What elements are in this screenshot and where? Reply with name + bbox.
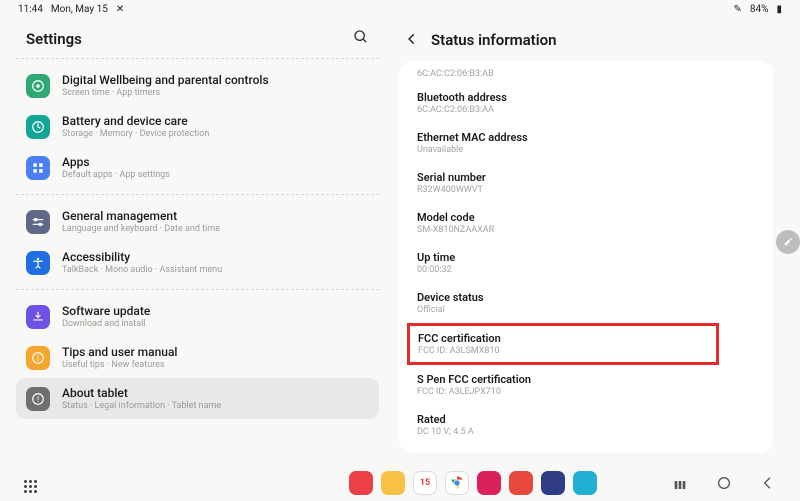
settings-item-sub: TalkBack · Mono audio · Assistant menu: [62, 265, 222, 275]
update-icon: [26, 305, 50, 329]
info-s-pen-fcc-certification[interactable]: S Pen FCC certificationFCC ID: A3LEJPX71…: [413, 365, 759, 405]
info-rated[interactable]: RatedDC 10 V; 4.5 A: [413, 405, 759, 445]
search-icon[interactable]: [353, 29, 369, 48]
info-key: Device status: [417, 291, 755, 304]
info-value: Unavailable: [417, 145, 755, 155]
settings-panel: Settings Digital Wellbeing and parental …: [10, 17, 385, 457]
info-key: S Pen FCC certification: [417, 373, 755, 386]
settings-item-sub: Storage · Memory · Device protection: [62, 129, 209, 139]
general-icon: [26, 210, 50, 234]
settings-item-title: General management: [62, 209, 220, 223]
info-key: Up time: [417, 251, 755, 264]
info-value: 00:00:32: [417, 265, 755, 275]
info-key: Rated: [417, 413, 755, 426]
app-8-icon[interactable]: [573, 471, 597, 495]
apps-icon: [26, 156, 50, 180]
info-model-code[interactable]: Model codeSM-X810NZAAXAR: [413, 203, 759, 243]
settings-item-sub: Useful tips · New features: [62, 360, 177, 370]
app-1-icon[interactable]: [349, 471, 373, 495]
back-icon[interactable]: [405, 32, 419, 49]
settings-item-title: Digital Wellbeing and parental controls: [62, 73, 269, 87]
edit-fab[interactable]: [776, 230, 800, 254]
settings-item-sub: Default apps · App settings: [62, 170, 170, 180]
settings-item-title: About tablet: [62, 386, 221, 400]
settings-item-title: Accessibility: [62, 250, 222, 264]
app-5-icon[interactable]: [477, 471, 501, 495]
nav-back[interactable]: [760, 475, 776, 491]
settings-item-battery[interactable]: Battery and device care Storage · Memory…: [16, 106, 379, 147]
status-card: 6C:AC:C2:06:B3:AB Bluetooth address6C:AC…: [399, 61, 773, 453]
app-calendar-icon[interactable]: 15: [413, 471, 437, 495]
settings-item-title: Apps: [62, 155, 170, 169]
info-value: SM-X810NZAAXAR: [417, 225, 755, 235]
info-serial-number[interactable]: Serial numberR32W400WWVT: [413, 163, 759, 203]
info-value: 6C:AC:C2:06:B3:AA: [417, 105, 755, 115]
clock: 11:44: [18, 4, 43, 15]
svg-text:!: !: [37, 393, 39, 403]
settings-item-title: Tips and user manual: [62, 345, 177, 359]
settings-item-sub: Screen time · App timers: [62, 88, 269, 98]
info-value: FCC ID: A3LSMX810: [418, 346, 708, 356]
app-chrome-icon[interactable]: [445, 471, 469, 495]
nav-home[interactable]: [716, 475, 732, 491]
stylus-icon: ✎: [734, 4, 742, 15]
settings-item-sub: Status · Legal information · Tablet name: [62, 401, 221, 411]
nav-recents[interactable]: [672, 475, 688, 491]
info-key: Model code: [417, 211, 755, 224]
info-key: Ethernet MAC address: [417, 131, 755, 144]
settings-item-general[interactable]: General management Language and keyboard…: [16, 201, 379, 242]
info-bluetooth-address[interactable]: Bluetooth address6C:AC:C2:06:B3:AA: [413, 83, 759, 123]
date: Mon, May 15: [51, 4, 108, 15]
info-device-status[interactable]: Device statusOfficial: [413, 283, 759, 323]
info-up-time[interactable]: Up time00:00:32: [413, 243, 759, 283]
taskbar: 15: [0, 465, 800, 501]
settings-title: Settings: [26, 30, 82, 48]
app-files-icon[interactable]: [381, 471, 405, 495]
tips-icon: i: [26, 346, 50, 370]
settings-item-tips[interactable]: i Tips and user manual Useful tips · New…: [16, 337, 379, 378]
settings-item-update[interactable]: Software update Download and install: [16, 296, 379, 337]
about-icon: !: [26, 387, 50, 411]
prev-value-partial: 6C:AC:C2:06:B3:AB: [413, 63, 759, 83]
battery-icon: ▮: [776, 4, 782, 15]
settings-item-apps[interactable]: Apps Default apps · App settings: [16, 147, 379, 188]
info-ethernet-mac-address[interactable]: Ethernet MAC addressUnavailable: [413, 123, 759, 163]
settings-item-accessibility[interactable]: Accessibility TalkBack · Mono audio · As…: [16, 242, 379, 283]
svg-text:i: i: [37, 352, 39, 362]
settings-item-title: Software update: [62, 304, 150, 318]
status-panel: Status information 6C:AC:C2:06:B3:AB Blu…: [391, 17, 781, 457]
app-7-icon[interactable]: [541, 471, 565, 495]
accessibility-icon: [26, 251, 50, 275]
app-6-icon[interactable]: [509, 471, 533, 495]
info-value: R32W400WWVT: [417, 185, 755, 195]
info-fcc-certification[interactable]: FCC certificationFCC ID: A3LSMX810: [407, 323, 719, 365]
info-value: FCC ID: A3LEJPX710: [417, 387, 755, 397]
battery-icon: [26, 115, 50, 139]
info-value: DC 10 V; 4.5 A: [417, 427, 755, 437]
info-key: Bluetooth address: [417, 91, 755, 104]
settings-item-wellbeing[interactable]: Digital Wellbeing and parental controls …: [16, 65, 379, 106]
settings-item-title: Battery and device care: [62, 114, 209, 128]
settings-item-sub: Download and install: [62, 319, 150, 329]
info-value: Official: [417, 305, 755, 315]
info-key: FCC certification: [418, 332, 708, 345]
wellbeing-icon: [26, 74, 50, 98]
page-title: Status information: [431, 31, 557, 49]
status-bar: 11:44 Mon, May 15 ✕ ✎ 84% ▮: [0, 0, 800, 17]
settings-item-about[interactable]: ! About tablet Status · Legal informatio…: [16, 378, 379, 419]
airplane-icon: ✕: [116, 4, 124, 15]
battery-percentage: 84%: [750, 4, 769, 15]
settings-item-sub: Language and keyboard · Date and time: [62, 224, 220, 234]
info-key: Serial number: [417, 171, 755, 184]
